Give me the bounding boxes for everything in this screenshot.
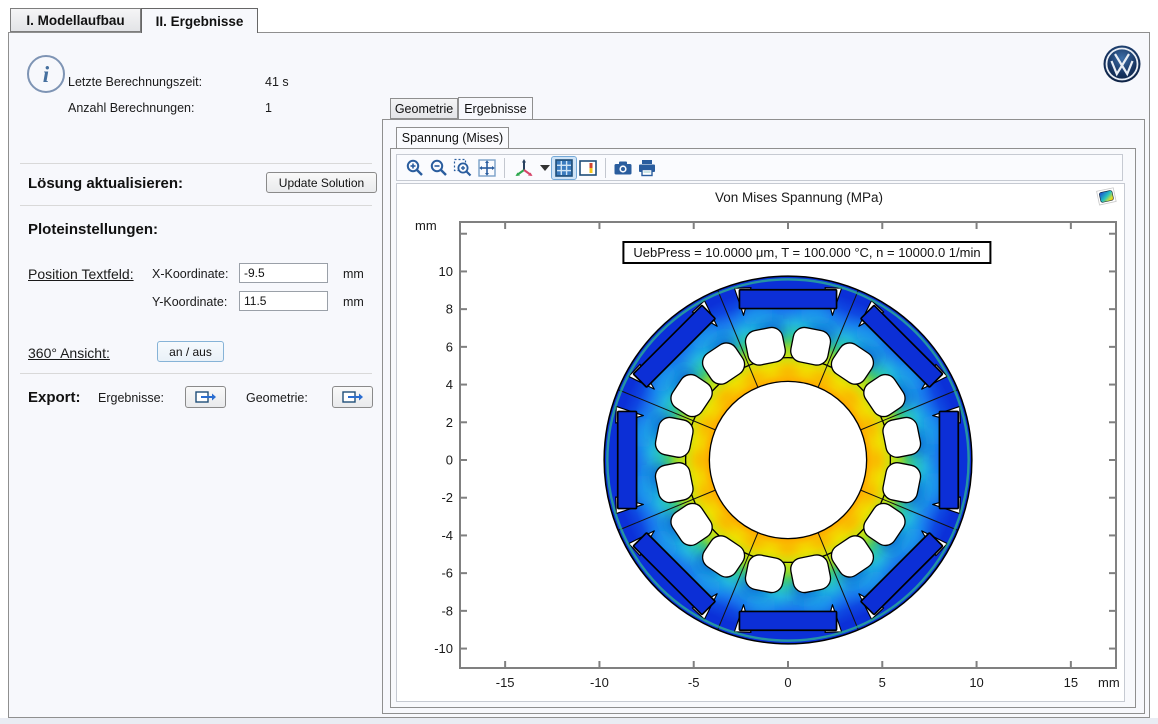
info-icon: i — [27, 55, 65, 93]
svg-text:0: 0 — [446, 453, 453, 468]
svg-text:4: 4 — [446, 377, 453, 392]
print-icon[interactable] — [635, 157, 659, 179]
svg-text:10: 10 — [439, 264, 453, 279]
zoom-in-icon[interactable] — [403, 157, 427, 179]
update-solution-button[interactable]: Update Solution — [266, 172, 377, 193]
color-legend-icon[interactable] — [576, 157, 600, 179]
divider — [20, 373, 372, 374]
svg-text:mm: mm — [415, 218, 437, 233]
view-360-label: 360° Ansicht: — [28, 345, 110, 361]
svg-text:10: 10 — [969, 675, 983, 690]
y-coordinate-input[interactable] — [239, 291, 328, 311]
svg-text:2: 2 — [446, 415, 453, 430]
subtab-spannung-mises[interactable]: Spannung (Mises) — [396, 127, 509, 148]
svg-text:0: 0 — [784, 675, 791, 690]
y-coordinate-label: Y-Koordinate: — [152, 295, 227, 309]
results-tab-geometrie-label: Geometrie — [395, 102, 453, 116]
zoom-out-icon[interactable] — [427, 157, 451, 179]
svg-text:-2: -2 — [441, 490, 453, 505]
view-360-toggle-label: an / aus — [169, 345, 212, 359]
results-tab-ergebnisse-label: Ergebnisse — [464, 102, 527, 116]
export-icon — [195, 390, 217, 404]
grid-icon[interactable] — [552, 157, 576, 179]
last-computation-label: Letzte Berechnungszeit: — [68, 75, 202, 89]
svg-text:mm: mm — [1098, 675, 1120, 690]
last-computation-value: 41 s — [265, 75, 289, 89]
export-heading: Export: — [28, 389, 81, 406]
results-tab-geometrie[interactable]: Geometrie — [390, 98, 458, 119]
tab-ergebnisse[interactable]: II. Ergebnisse — [141, 8, 258, 33]
svg-text:5: 5 — [879, 675, 886, 690]
plot-settings-heading: Ploteinstellungen: — [28, 221, 158, 238]
zoom-extents-icon[interactable] — [475, 157, 499, 179]
svg-text:6: 6 — [446, 339, 453, 354]
tab-modellaufbau-label: I. Modellaufbau — [26, 13, 124, 28]
svg-text:-10: -10 — [590, 675, 609, 690]
position-textfield-label: Position Textfeld: — [28, 266, 134, 282]
update-solution-button-label: Update Solution — [279, 176, 364, 190]
divider — [20, 163, 372, 164]
tab-ergebnisse-label: II. Ergebnisse — [156, 14, 244, 29]
results-tab-ergebnisse[interactable]: Ergebnisse — [458, 97, 533, 119]
app-window: { "main_tabs": [ {"label": "I. Modellauf… — [0, 0, 1158, 724]
export-results-label: Ergebnisse: — [98, 391, 164, 405]
view-orientation-icon[interactable] — [510, 157, 538, 179]
subtab-spannung-mises-label: Spannung (Mises) — [402, 131, 503, 145]
plot-canvas[interactable]: Von Mises Spannung (MPa) UebPress = 10.0… — [396, 183, 1125, 702]
stress-plot: -15 -10 -5 0 5 10 15 -10 -8 -6 -4 -2 0 2 4 6 8 10 mm mm — [397, 184, 1122, 699]
export-results-button[interactable] — [185, 386, 226, 408]
x-coordinate-input[interactable] — [239, 263, 328, 283]
svg-text:-15: -15 — [496, 675, 515, 690]
svg-text:-10: -10 — [434, 641, 453, 656]
snapshot-icon[interactable] — [611, 157, 635, 179]
svg-text:15: 15 — [1064, 675, 1078, 690]
export-icon — [342, 390, 364, 404]
toolbar-separator — [504, 158, 505, 178]
window-bottom-strip — [0, 718, 1158, 724]
export-geometry-button[interactable] — [332, 386, 373, 408]
export-geometry-label: Geometrie: — [246, 391, 308, 405]
tab-modellaufbau[interactable]: I. Modellaufbau — [10, 8, 141, 32]
svg-text:-5: -5 — [688, 675, 700, 690]
x-coordinate-label: X-Koordinate: — [152, 267, 228, 281]
svg-text:-4: -4 — [441, 528, 453, 543]
svg-text:-8: -8 — [441, 603, 453, 618]
view-360-toggle-button[interactable]: an / aus — [157, 341, 224, 362]
computation-count-value: 1 — [265, 101, 272, 115]
toolbar-separator — [605, 158, 606, 178]
plot-toolbar — [396, 154, 1123, 181]
divider — [20, 205, 372, 206]
view-orientation-dropdown-icon[interactable] — [538, 157, 552, 179]
computation-count-label: Anzahl Berechnungen: — [68, 101, 194, 115]
x-coordinate-unit: mm — [343, 267, 364, 281]
zoom-box-icon[interactable] — [451, 157, 475, 179]
svg-text:-6: -6 — [441, 566, 453, 581]
vw-logo — [1103, 45, 1141, 83]
y-coordinate-unit: mm — [343, 295, 364, 309]
svg-text:8: 8 — [446, 302, 453, 317]
update-solution-label: Lösung aktualisieren: — [28, 175, 183, 192]
